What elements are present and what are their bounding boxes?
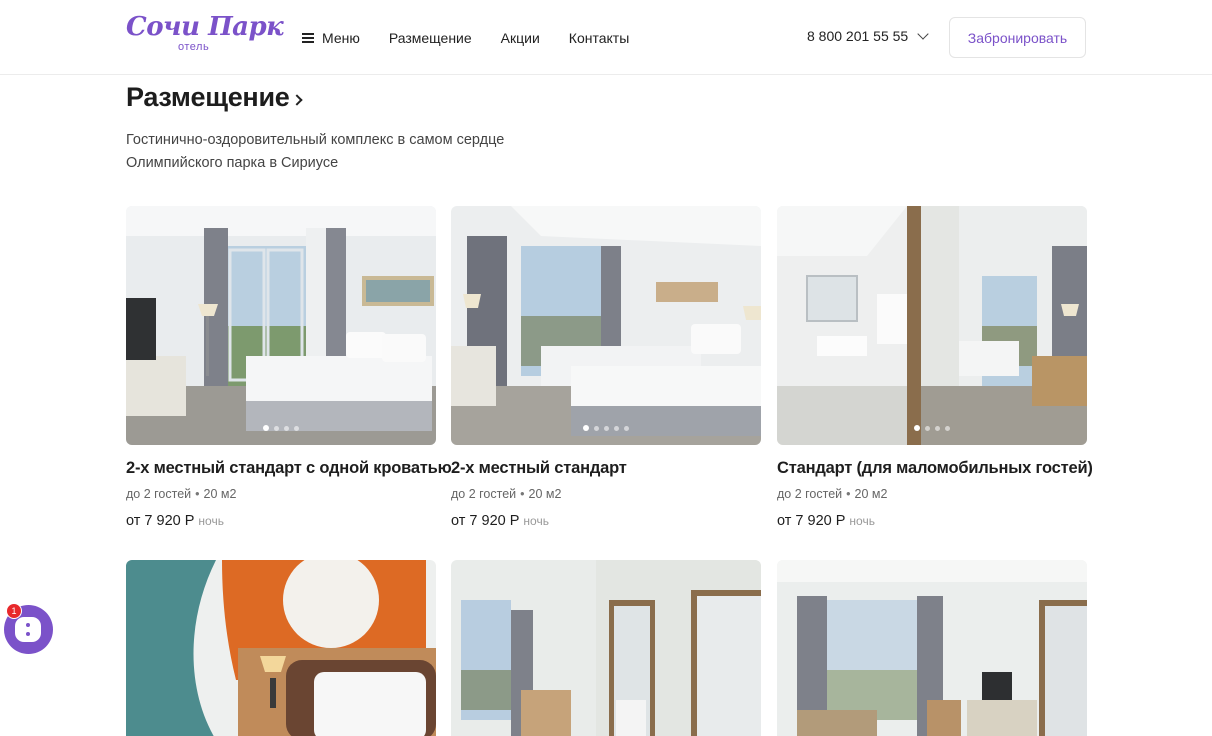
room-guests: до 2 гостей [777, 487, 843, 501]
carousel-dot[interactable] [614, 425, 619, 431]
room-photo[interactable] [126, 206, 436, 445]
page-subtitle: Гостинично-оздоровительный комплекс в са… [126, 132, 505, 171]
carousel-dot[interactable] [294, 425, 299, 431]
room-meta: до 2 гостей • 20 м2 [777, 487, 888, 501]
room-photo[interactable] [451, 560, 761, 736]
page-title: Размещение [126, 82, 290, 112]
room-meta: до 2 гостей • 20 м2 [451, 487, 562, 501]
carousel-dot[interactable] [274, 425, 279, 431]
photo-carousel-dots[interactable] [451, 425, 761, 431]
carousel-dot[interactable] [263, 425, 269, 431]
phone-dropdown[interactable]: 8 800 201 55 55 [807, 28, 929, 44]
chevron-right-icon [291, 93, 304, 106]
room-card[interactable]: Стандарт (для маломобильных гостей) до 2… [777, 206, 1093, 529]
room-price-unit: ночь [198, 514, 224, 528]
book-button[interactable]: Забронировать [949, 17, 1086, 58]
room-price-unit: ночь [849, 514, 875, 528]
logo-subtitle: отель [178, 41, 210, 53]
carousel-dot[interactable] [914, 425, 920, 431]
site-header: Сочи Парк отель Меню Размещение Акции Ко… [0, 0, 1212, 75]
room-guests: до 2 гостей [451, 487, 517, 501]
page-title-link[interactable]: Размещение [126, 82, 304, 113]
nav-item-contacts[interactable]: Контакты [569, 30, 629, 46]
room-photo[interactable] [777, 206, 1087, 445]
room-card[interactable]: 2-х местный стандарт с одной кроватью до… [126, 206, 452, 529]
nav-item-accommodation[interactable]: Размещение [389, 30, 472, 46]
room-area: 20 м2 [203, 487, 237, 501]
room-photo[interactable] [126, 560, 436, 736]
carousel-dot[interactable] [604, 425, 609, 431]
carousel-dot[interactable] [624, 425, 629, 431]
room-price-value: от 7 920 Р [777, 513, 846, 529]
main-nav: Меню Размещение Акции Контакты [302, 28, 658, 48]
chat-notification-badge: 1 [6, 603, 22, 619]
carousel-dot[interactable] [594, 425, 599, 431]
burger-icon [302, 33, 314, 43]
room-price-value: от 7 920 Р [451, 513, 520, 529]
room-price-value: от 7 920 Р [126, 513, 195, 529]
carousel-dot[interactable] [284, 425, 289, 431]
room-title[interactable]: 2-х местный стандарт с одной кроватью [126, 459, 452, 478]
room-title[interactable]: Стандарт (для маломобильных гостей) [777, 459, 1093, 478]
room-photo[interactable] [451, 206, 761, 445]
room-price: от 7 920 Р ночь [777, 513, 1087, 529]
phone-number: 8 800 201 55 55 [807, 28, 909, 44]
room-price: от 7 920 Р ночь [126, 513, 436, 529]
nav-item-label: Меню [322, 30, 360, 46]
room-photo-image [126, 206, 436, 445]
room-guests: до 2 гостей [126, 487, 192, 501]
hotel-logo[interactable]: Сочи Парк отель [126, 12, 284, 58]
carousel-dot[interactable] [925, 425, 930, 431]
room-photo-image [777, 206, 1087, 445]
room-area: 20 м2 [528, 487, 562, 501]
photo-carousel-dots[interactable] [777, 425, 1087, 431]
carousel-dot[interactable] [583, 425, 589, 431]
room-card[interactable] [451, 560, 761, 736]
room-photo-image [451, 206, 761, 445]
room-photo-image [777, 560, 1087, 736]
nav-item-offers[interactable]: Акции [501, 30, 540, 46]
chat-widget-button[interactable]: 1 [4, 603, 53, 654]
room-card[interactable] [777, 560, 1087, 736]
room-card[interactable] [126, 560, 436, 736]
room-area: 20 м2 [854, 487, 888, 501]
room-photo-image [451, 560, 761, 736]
carousel-dot[interactable] [935, 425, 940, 431]
room-title[interactable]: 2-х местный стандарт [451, 459, 761, 478]
chat-bubble-icon [15, 617, 41, 642]
nav-item-menu[interactable]: Меню [302, 30, 360, 46]
room-price: от 7 920 Р ночь [451, 513, 761, 529]
carousel-dot[interactable] [945, 425, 950, 431]
room-meta: до 2 гостей • 20 м2 [126, 487, 237, 501]
photo-carousel-dots[interactable] [126, 425, 436, 431]
room-photo[interactable] [777, 560, 1087, 736]
room-card[interactable]: 2-х местный стандарт до 2 гостей • 20 м2… [451, 206, 761, 529]
room-photo-image [126, 560, 436, 736]
logo-wordmark: Сочи Парк [126, 12, 284, 42]
room-price-unit: ночь [523, 514, 549, 528]
chevron-down-icon [917, 28, 929, 40]
